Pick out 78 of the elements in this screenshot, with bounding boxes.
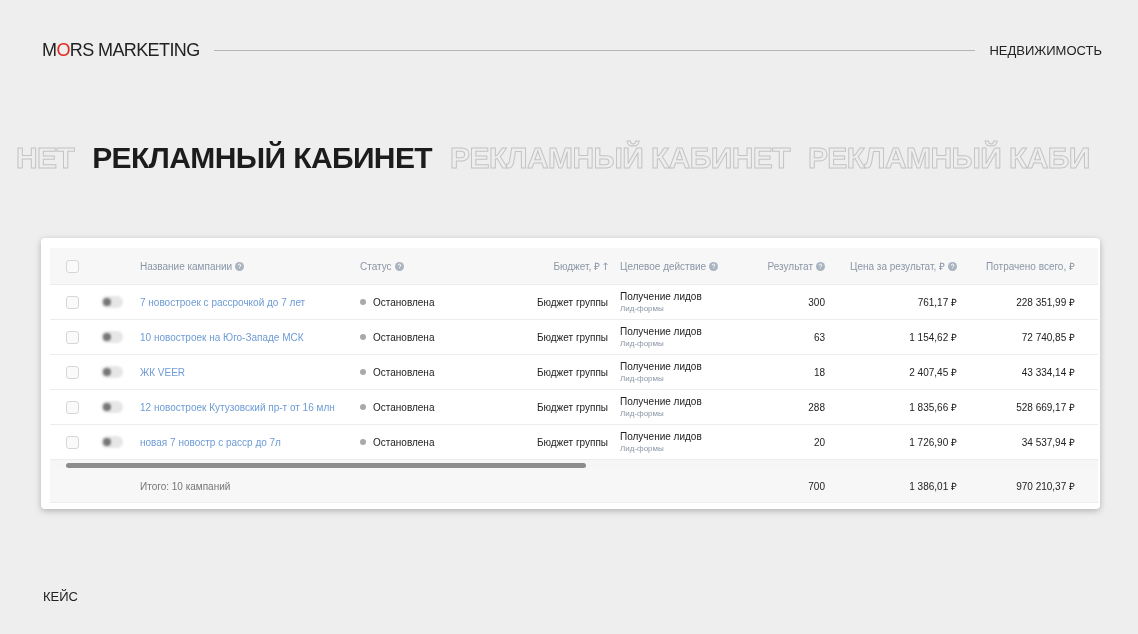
- status-dot: [360, 369, 366, 375]
- toggle-switch[interactable]: [101, 366, 123, 378]
- action-subtext: Лид-формы: [620, 339, 665, 348]
- column-header[interactable]: Потрачено всего, ₽: [986, 259, 1075, 273]
- help-icon[interactable]: [948, 261, 957, 271]
- help-icon[interactable]: [394, 261, 404, 271]
- spent-cell-text: 34 537,94 ₽: [1021, 436, 1075, 449]
- caption: КЕЙС: [43, 589, 79, 604]
- budget-cell: Бюджет группы: [536, 331, 608, 343]
- category-label: НЕДВИЖИМОСТЬ: [989, 42, 1102, 58]
- price-cell-text: 1 835,66 ₽: [909, 401, 957, 414]
- action-cell-text: Получение лидов: [620, 291, 703, 302]
- total-label: Итого: 10 кампаний: [140, 480, 231, 492]
- status-dot: [360, 404, 366, 410]
- row-checkbox[interactable]: [66, 295, 79, 309]
- help-icon[interactable]: [816, 261, 825, 271]
- action-cell-text: Получение лидов: [620, 396, 703, 407]
- row-checkbox[interactable]: [66, 435, 79, 449]
- campaign-link[interactable]: ЖК VEER: [140, 366, 186, 378]
- price-cell-text: 1 726,90 ₽: [909, 436, 957, 449]
- status-text: Остановлена: [373, 296, 435, 308]
- toggle-switch[interactable]: [101, 296, 123, 308]
- column-header[interactable]: Бюджет, ₽: [553, 259, 600, 273]
- status-text: Остановлена: [373, 401, 435, 413]
- status-dot: [360, 299, 366, 305]
- status-text: Остановлена: [373, 436, 435, 448]
- row-checkbox[interactable]: [66, 365, 79, 379]
- price-cell-text: 761,17 ₽: [917, 296, 957, 309]
- budget-cell: Бюджет группы: [536, 436, 608, 448]
- help-icon[interactable]: [709, 261, 719, 271]
- result-cell: 288: [808, 401, 825, 413]
- result-cell: 300: [808, 296, 825, 308]
- sort-arrow-icon[interactable]: [603, 262, 608, 270]
- campaign-link[interactable]: 12 новостроек Кутузовский пр-т от 16 млн: [140, 401, 335, 413]
- total-price: 1 386,01 ₽: [909, 480, 957, 493]
- help-icon[interactable]: [235, 261, 245, 271]
- action-subtext: Лид-формы: [620, 304, 665, 313]
- row-checkbox[interactable]: [66, 400, 79, 414]
- price-cell-text: 2 407,45 ₽: [909, 366, 957, 379]
- action-subtext: Лид-формы: [620, 444, 665, 453]
- column-header[interactable]: Название кампании: [140, 260, 233, 272]
- result-cell: 18: [813, 366, 825, 378]
- budget-cell: Бюджет группы: [536, 296, 608, 308]
- select-all-checkbox[interactable]: [66, 259, 79, 273]
- budget-cell: Бюджет группы: [536, 366, 608, 378]
- column-header[interactable]: Цена за результат, ₽: [850, 259, 945, 273]
- toggle-switch[interactable]: [101, 401, 123, 413]
- action-cell-text: Получение лидов: [620, 326, 703, 337]
- toggle-switch[interactable]: [101, 331, 123, 343]
- action-subtext: Лид-формы: [620, 374, 665, 383]
- column-header[interactable]: Целевое действие: [620, 260, 707, 272]
- campaign-link[interactable]: новая 7 новостр с расср до 7л: [140, 436, 281, 448]
- action-cell-text: Получение лидов: [620, 431, 703, 442]
- column-header[interactable]: Статус: [360, 260, 392, 272]
- logo: MORS MARKETING: [42, 39, 200, 61]
- budget-cell: Бюджет группы: [536, 401, 608, 413]
- spent-cell-text: 528 669,17 ₽: [1016, 401, 1075, 414]
- scrollbar[interactable]: [50, 460, 1098, 470]
- campaign-link[interactable]: 7 новостроек с рассрочкой до 7 лет: [140, 296, 306, 308]
- row-checkbox[interactable]: [66, 330, 79, 344]
- spent-cell-text: 72 740,85 ₽: [1021, 331, 1075, 344]
- campaign-link[interactable]: 10 новостроек на Юго-Западе МСК: [140, 331, 304, 343]
- spent-cell-text: 228 351,99 ₽: [1016, 296, 1075, 309]
- status-dot: [360, 334, 366, 340]
- column-header[interactable]: Результат: [767, 260, 813, 272]
- status-text: Остановлена: [373, 331, 435, 343]
- page-title: РЕКЛАМНЫЙ КАБИНЕТ: [92, 141, 433, 175]
- status-dot: [360, 439, 366, 445]
- action-cell-text: Получение лидов: [620, 361, 703, 372]
- total-result: 700: [808, 480, 825, 492]
- result-cell: 63: [813, 331, 825, 343]
- spent-cell-text: 43 334,14 ₽: [1021, 366, 1075, 379]
- result-cell: 20: [813, 436, 825, 448]
- total-spent: 970 210,37 ₽: [1016, 480, 1075, 493]
- status-text: Остановлена: [373, 366, 435, 378]
- action-subtext: Лид-формы: [620, 409, 665, 418]
- price-cell-text: 1 154,62 ₽: [909, 331, 957, 344]
- toggle-switch[interactable]: [101, 436, 123, 448]
